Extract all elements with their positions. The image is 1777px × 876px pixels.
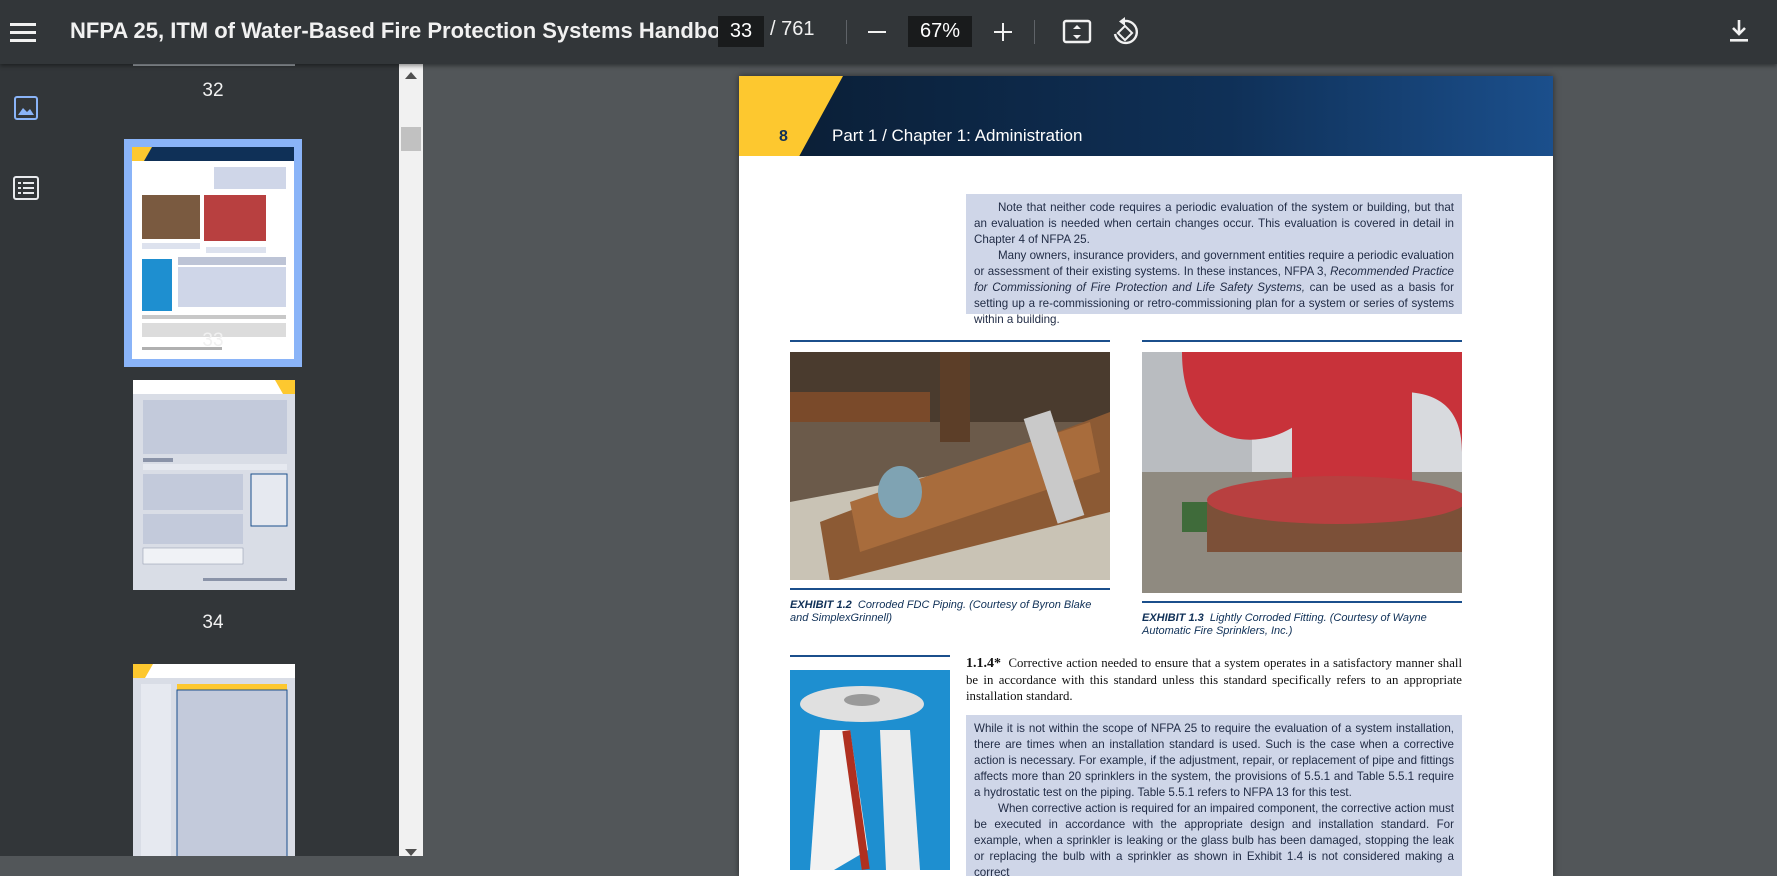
page-number: 8 <box>779 128 788 145</box>
exhibit-rule <box>790 655 950 657</box>
thumbnail-label: 33 <box>202 330 224 351</box>
sidebar: 32 33 34 <box>0 64 400 856</box>
download-icon[interactable] <box>1724 16 1754 46</box>
page-number-input[interactable] <box>718 16 764 47</box>
minus-icon[interactable] <box>862 18 892 46</box>
exhibit-rule <box>1142 601 1462 603</box>
fit-page-icon[interactable] <box>1062 18 1092 46</box>
menu-icon[interactable] <box>6 13 44 51</box>
viewer-toolbar: NFPA 25, ITM of Water-Based Fire Protect… <box>0 0 1777 64</box>
exhibit-1-4-photo <box>790 670 950 870</box>
outline-view-icon[interactable] <box>10 172 42 204</box>
thumbnail-preview <box>133 664 295 856</box>
commentary-paragraph: Note that neither code requires a period… <box>974 201 1454 246</box>
toolbar-divider <box>1034 20 1035 44</box>
sidebar-icon-rail <box>0 64 52 856</box>
thumbnail-view-icon[interactable] <box>10 92 42 124</box>
exhibit-rule <box>790 340 1110 342</box>
commentary-box: Note that neither code requires a period… <box>966 194 1462 326</box>
plus-icon[interactable] <box>988 18 1018 46</box>
thumbnail-page-34[interactable] <box>133 380 295 590</box>
thumbnail-list: 32 33 34 <box>60 64 366 856</box>
commentary-paragraph: While it is not within the scope of NFPA… <box>974 722 1454 799</box>
commentary-box: While it is not within the scope of NFPA… <box>966 715 1462 876</box>
thumbnail-page-32[interactable] <box>133 64 295 66</box>
banner-accent <box>739 76 843 156</box>
thumbnail-preview <box>132 147 294 359</box>
thumbnail-label: 34 <box>202 612 224 633</box>
scroll-down-arrow-icon[interactable] <box>405 849 417 856</box>
thumbnail-preview <box>133 380 295 581</box>
exhibit-1-2-caption: EXHIBIT 1.2 Corroded FDC Piping. (Courte… <box>790 599 1092 624</box>
exhibit-rule <box>1142 340 1462 342</box>
scrollbar-thumb[interactable] <box>401 127 421 151</box>
thumbnail-label: 32 <box>202 80 224 101</box>
exhibit-1-2-photo <box>790 352 1110 580</box>
document-title: NFPA 25, ITM of Water-Based Fire Protect… <box>70 18 753 43</box>
toolbar-divider <box>846 20 847 44</box>
thumbnail-scrollbar[interactable] <box>399 64 423 856</box>
exhibit-1-3-caption: EXHIBIT 1.3 Lightly Corroded Fitting. (C… <box>1142 612 1427 637</box>
zoom-input[interactable] <box>908 16 972 47</box>
rotate-icon[interactable] <box>1110 17 1140 47</box>
page-total: / 761 <box>770 18 815 40</box>
scroll-up-arrow-icon[interactable] <box>405 72 417 79</box>
exhibit-1-3-photo <box>1142 352 1462 593</box>
exhibit-rule <box>790 588 1110 590</box>
chapter-heading: Part 1 / Chapter 1: Administration <box>832 126 1083 145</box>
chapter-banner: 8 Part 1 / Chapter 1: Administration <box>739 76 1553 156</box>
commentary-paragraph: When corrective action is required for a… <box>974 802 1454 876</box>
pdf-page: 8 Part 1 / Chapter 1: Administration Not… <box>739 76 1553 876</box>
section-1-1-4: 1.1.4* Corrective action needed to ensur… <box>966 656 1462 703</box>
thumbnail-page-35[interactable] <box>133 664 295 856</box>
commentary-paragraph: Many owners, insurance providers, and go… <box>974 249 1454 326</box>
